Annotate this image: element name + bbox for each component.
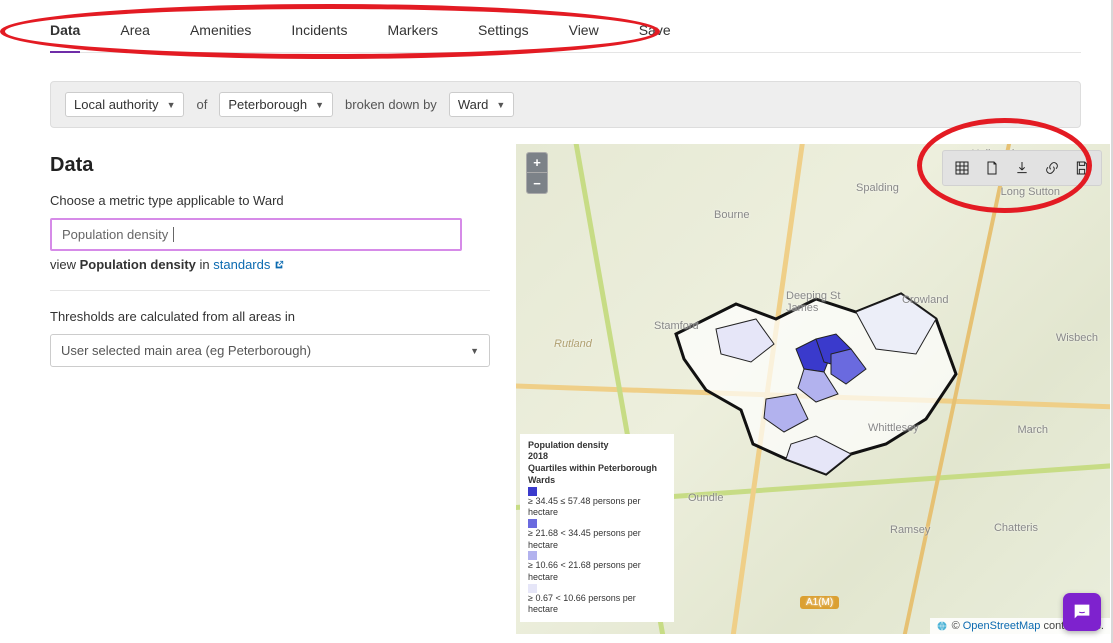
road-badge: A1(M) <box>800 596 839 609</box>
tab-markers[interactable]: Markers <box>387 22 438 44</box>
attrib-copy: © <box>952 620 963 632</box>
map-label: Long Sutton <box>1001 186 1060 198</box>
document-button[interactable] <box>977 155 1007 181</box>
standards-link[interactable]: standards <box>213 257 284 272</box>
metric-input-value: Population density <box>62 227 168 242</box>
legend-swatch <box>528 519 537 528</box>
threshold-select[interactable]: User selected main area (eg Peterborough… <box>50 334 490 367</box>
map-label: Bourne <box>714 209 749 221</box>
legend-text: ≥ 34.45 ≤ 57.48 persons per hectare <box>528 496 666 519</box>
metric-label: Choose a metric type applicable to Ward <box>50 193 490 208</box>
legend-text: ≥ 0.67 < 10.66 persons per hectare <box>528 593 666 616</box>
attribute-select[interactable]: Local authority ▼ <box>65 92 184 117</box>
map-toolbar <box>942 150 1102 186</box>
legend-year: 2018 <box>528 451 666 463</box>
map-canvas[interactable]: Holbeach Spalding Long Sutton Bourne Wis… <box>516 144 1110 634</box>
legend-text: ≥ 21.68 < 34.45 persons per hectare <box>528 528 666 551</box>
left-panel: Data Choose a metric type applicable to … <box>50 144 490 634</box>
link-button[interactable] <box>1037 155 1067 181</box>
view-in: in <box>196 257 213 272</box>
map-panel: Holbeach Spalding Long Sutton Bourne Wis… <box>516 144 1110 634</box>
zoom-out-button[interactable]: − <box>527 173 547 193</box>
save-button[interactable] <box>1067 155 1097 181</box>
unit-select[interactable]: Ward ▼ <box>449 92 515 117</box>
filter-bar: Local authority ▼ of Peterborough ▼ brok… <box>50 81 1081 128</box>
threshold-label: Thresholds are calculated from all areas… <box>50 309 490 324</box>
chevron-down-icon: ▼ <box>470 346 479 356</box>
map-label: Chatteris <box>994 522 1038 534</box>
table-button[interactable] <box>947 155 977 181</box>
map-label: Wisbech <box>1056 332 1098 344</box>
panel-title: Data <box>50 154 490 177</box>
map-label: Stamford <box>654 320 699 332</box>
legend-title: Population density <box>528 440 666 452</box>
chevron-down-icon: ▼ <box>496 100 505 110</box>
map-label: March <box>1017 424 1048 436</box>
tab-bar: Data Area Amenities Incidents Markers Se… <box>50 22 1081 53</box>
map-label: Spalding <box>856 182 899 194</box>
zoom-in-button[interactable]: + <box>527 153 547 173</box>
tab-view[interactable]: View <box>569 22 599 44</box>
map-label: Rutland <box>554 338 592 350</box>
osm-link[interactable]: OpenStreetMap <box>963 620 1041 632</box>
metric-input[interactable]: Population density <box>50 218 462 251</box>
tab-incidents[interactable]: Incidents <box>291 22 347 44</box>
map-label: Crowland <box>902 294 948 306</box>
tab-settings[interactable]: Settings <box>478 22 529 44</box>
external-link-icon <box>274 257 284 272</box>
globe-icon <box>936 620 948 632</box>
chevron-down-icon: ▼ <box>167 100 176 110</box>
legend-swatch <box>528 551 537 560</box>
map-legend: Population density 2018 Quartiles within… <box>520 434 674 622</box>
legend-swatch <box>528 487 537 496</box>
help-widget[interactable] <box>1063 593 1101 631</box>
tab-save[interactable]: Save <box>639 22 671 44</box>
view-metric: Population density <box>80 257 196 272</box>
tab-amenities[interactable]: Amenities <box>190 22 251 44</box>
filter-of-label: of <box>196 97 207 112</box>
attribute-select-value: Local authority <box>74 97 159 112</box>
unit-select-value: Ward <box>458 97 489 112</box>
place-select[interactable]: Peterborough ▼ <box>219 92 333 117</box>
chevron-down-icon: ▼ <box>315 100 324 110</box>
zoom-control: + − <box>526 152 548 194</box>
place-select-value: Peterborough <box>228 97 307 112</box>
map-label: Deeping St James <box>786 290 840 314</box>
threshold-select-value: User selected main area (eg Peterborough… <box>61 343 311 358</box>
download-button[interactable] <box>1007 155 1037 181</box>
map-label: Ramsey <box>890 524 930 536</box>
map-label: Oundle <box>688 492 723 504</box>
legend-text: ≥ 10.66 < 21.68 persons per hectare <box>528 560 666 583</box>
tab-area[interactable]: Area <box>120 22 150 44</box>
filter-broken-label: broken down by <box>345 97 437 112</box>
legend-swatch <box>528 584 537 593</box>
tab-data[interactable]: Data <box>50 22 80 53</box>
divider <box>50 290 490 291</box>
map-label: Whittlesey <box>868 422 919 434</box>
view-prefix: view <box>50 257 80 272</box>
legend-subtitle: Quartiles within Peterborough Wards <box>528 463 666 486</box>
view-standards-line: view Population density in standards <box>50 257 490 272</box>
